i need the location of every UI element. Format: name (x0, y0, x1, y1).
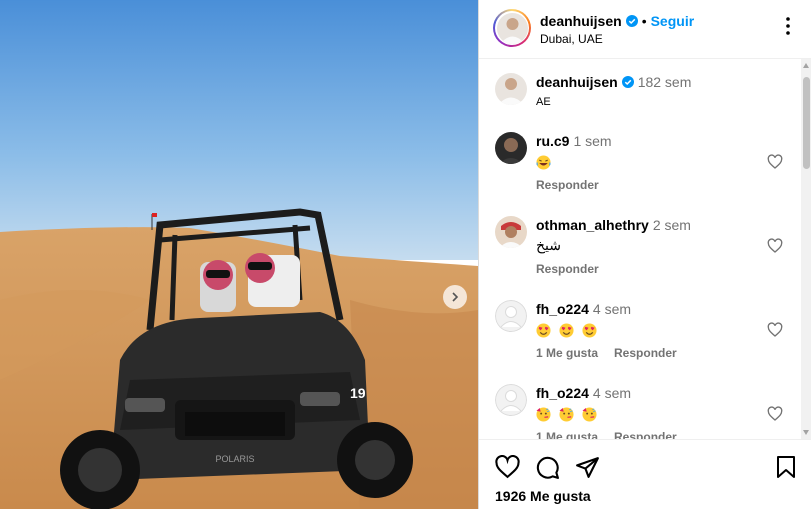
chevron-right-icon (452, 292, 459, 302)
caption-avatar[interactable] (495, 73, 527, 105)
avatar-image (495, 216, 527, 248)
bookmark-icon[interactable] (775, 455, 797, 479)
heart-icon[interactable] (767, 154, 783, 170)
comment-item: othman_alhethry 2 sem شيخ Responder (495, 216, 795, 282)
caption-username[interactable]: deanhuijsen (536, 74, 618, 90)
heart-eyes-emoji-icon (536, 323, 551, 338)
post-location[interactable]: Dubai, UAE (540, 32, 603, 46)
caption-time: 182 sem (637, 74, 692, 90)
comment-avatar[interactable] (495, 132, 527, 164)
desert-buggy-image: POLARIS 19 (0, 0, 478, 509)
reply-button[interactable]: Responder (536, 178, 599, 192)
comment-text (536, 153, 555, 170)
like-heart-icon[interactable] (495, 455, 520, 480)
scroll-up-arrow-icon[interactable] (803, 63, 809, 68)
comment-time: 2 sem (652, 217, 691, 233)
share-icon[interactable] (575, 455, 600, 480)
caption-text: AE (536, 96, 551, 108)
comments-scrollbar[interactable] (801, 59, 811, 439)
avatar-image (496, 12, 528, 44)
comment-likes-count[interactable]: 1 Me gusta (536, 430, 598, 439)
comment-username[interactable]: fh_o224 (536, 301, 589, 317)
likes-count[interactable]: 1926 Me gusta (495, 488, 591, 504)
next-image-button[interactable] (443, 285, 467, 309)
comment-text (536, 321, 601, 338)
verified-badge-icon (621, 76, 634, 88)
comment-item: fh_o224 4 sem 1 Me gusta Responder (495, 300, 795, 366)
caption-item: deanhuijsen 182 sem AE (495, 73, 795, 113)
author-avatar[interactable] (493, 9, 531, 47)
comment-username[interactable]: fh_o224 (536, 385, 589, 401)
svg-text:19: 19 (350, 385, 366, 401)
party-emoji-icon (582, 407, 597, 422)
scrollbar-thumb[interactable] (803, 77, 810, 169)
follow-button[interactable]: Seguir (651, 13, 695, 29)
comment-time: 4 sem (592, 385, 632, 401)
default-avatar-icon (495, 300, 527, 332)
comment-avatar[interactable] (495, 300, 527, 332)
comment-text (536, 405, 601, 422)
comment-avatar[interactable] (495, 216, 527, 248)
avatar-image (495, 73, 527, 105)
post-side-panel: deanhuijsen • Seguir Dubai, UAE deanhuij… (478, 0, 811, 509)
comment-text: شيخ (536, 237, 561, 253)
comment-avatar[interactable] (495, 384, 527, 416)
heart-icon[interactable] (767, 406, 783, 422)
scroll-down-arrow-icon[interactable] (803, 430, 809, 435)
reply-button[interactable]: Responder (614, 346, 677, 360)
comment-time: 1 sem (573, 133, 612, 149)
svg-text:POLARIS: POLARIS (215, 454, 254, 464)
reply-button[interactable]: Responder (536, 262, 599, 276)
comment-likes-count[interactable]: 1 Me gusta (536, 346, 598, 360)
post-header: deanhuijsen • Seguir Dubai, UAE (479, 0, 811, 59)
post-photo[interactable]: POLARIS 19 (0, 0, 478, 509)
author-username[interactable]: deanhuijsen (540, 13, 622, 29)
comment-icon[interactable] (535, 455, 560, 480)
comments-list[interactable]: deanhuijsen 182 sem AE ru.c9 1 sem Respo… (479, 59, 801, 439)
default-avatar-icon (495, 384, 527, 416)
verified-badge-icon (625, 15, 638, 27)
reply-button[interactable]: Responder (614, 430, 677, 439)
comment-username[interactable]: ru.c9 (536, 133, 569, 149)
comment-item: fh_o224 4 sem 1 Me gusta Responder (495, 384, 795, 439)
party-emoji-icon (559, 407, 574, 422)
heart-eyes-emoji-icon (582, 323, 597, 338)
comment-item: ru.c9 1 sem Responder (495, 132, 795, 198)
avatar-image (495, 132, 527, 164)
heart-icon[interactable] (767, 322, 783, 338)
post-actions-bar: 1926 Me gusta (479, 439, 811, 509)
laughing-emoji-icon (536, 155, 551, 170)
more-options-icon[interactable] (778, 16, 798, 36)
heart-eyes-emoji-icon (559, 323, 574, 338)
separator-dot: • (641, 13, 647, 29)
heart-icon[interactable] (767, 238, 783, 254)
comment-time: 4 sem (592, 301, 632, 317)
comment-username[interactable]: othman_alhethry (536, 217, 649, 233)
party-emoji-icon (536, 407, 551, 422)
